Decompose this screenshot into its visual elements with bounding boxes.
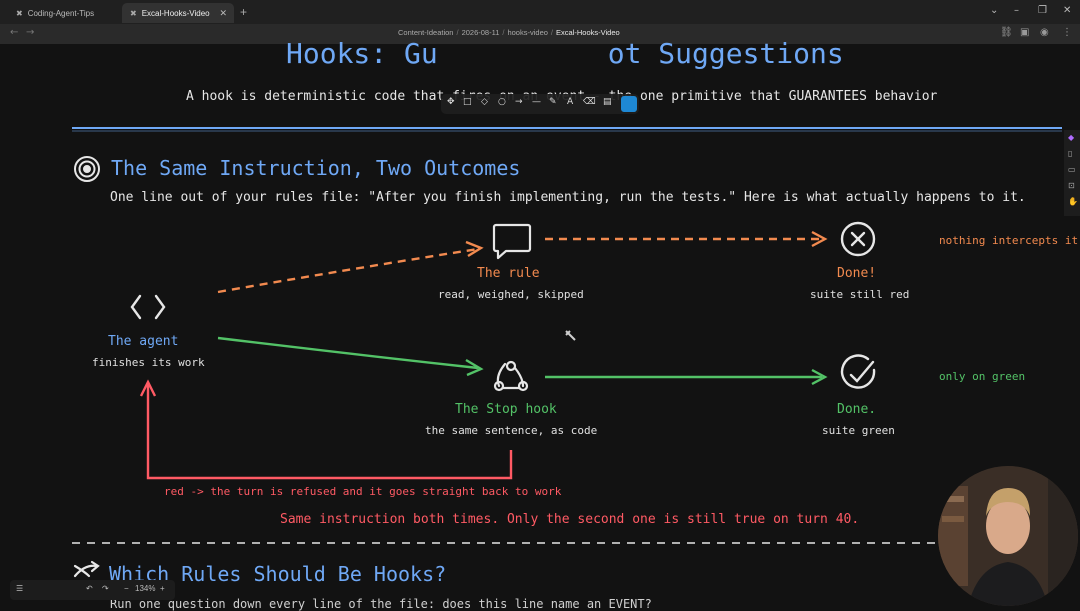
arrow-agent-to-hook bbox=[217, 336, 479, 370]
settings-icon[interactable]: ◉ bbox=[1040, 27, 1049, 38]
text-tool-icon[interactable]: A bbox=[567, 97, 573, 107]
layout-icon[interactable]: ▭ bbox=[1068, 165, 1076, 174]
tab-bar: ✖ Coding-Agent-Tips ✖ Excal-Hooks-Video … bbox=[0, 0, 1080, 24]
image-tool-icon[interactable]: ▤ bbox=[603, 97, 612, 107]
zoom-controls: ☰ ↶ ↷ − 134% + bbox=[10, 580, 175, 600]
check-circle-icon bbox=[840, 354, 876, 389]
chat-bubble-icon bbox=[492, 223, 532, 260]
hand-tool-icon[interactable]: ✥ bbox=[447, 97, 455, 107]
save-icon[interactable]: ▣ bbox=[1020, 27, 1029, 38]
eraser-tool-icon[interactable]: ⌫ bbox=[583, 97, 596, 107]
selected-tool-icon[interactable] bbox=[621, 96, 637, 112]
arrow-agent-to-rule bbox=[217, 247, 479, 294]
link-icon[interactable]: ⛓ bbox=[1000, 27, 1013, 38]
excalidraw-icon: ✖ bbox=[130, 8, 137, 18]
redo-icon[interactable]: ↷ bbox=[102, 584, 109, 593]
tab-label: Excal-Hooks-Video bbox=[141, 8, 210, 18]
done-good-sublabel: suite green bbox=[822, 424, 895, 437]
rectangle-tool-icon[interactable]: □ bbox=[463, 97, 472, 107]
chevron-down-icon[interactable]: ⌄ bbox=[990, 5, 998, 16]
presenter-video bbox=[938, 466, 1078, 606]
ellipse-tool-icon[interactable]: ○ bbox=[498, 97, 506, 107]
breadcrumb-item[interactable]: hooks-video bbox=[507, 28, 547, 37]
excalidraw-canvas[interactable]: Hooks: Gu ot Suggestions A hook is determ… bbox=[0, 37, 1080, 611]
loop-note: red -> the turn is refused and it goes s… bbox=[164, 485, 562, 498]
arrow-tool-icon[interactable]: → bbox=[515, 97, 523, 107]
tab-coding-agent-tips[interactable]: ✖ Coding-Agent-Tips bbox=[8, 3, 120, 23]
rule-label: The rule bbox=[477, 266, 540, 281]
tab-excal-hooks-video[interactable]: ✖ Excal-Hooks-Video ✕ bbox=[122, 3, 234, 23]
rule-sublabel: read, weighed, skipped bbox=[438, 288, 584, 301]
webhook-icon bbox=[493, 360, 529, 392]
x-circle-icon bbox=[840, 221, 876, 257]
right-side-panel: ◆ ▯ ▭ ⊡ ✋ bbox=[1064, 130, 1080, 216]
breadcrumb: Content-Ideation/2026-08-11/hooks-video /… bbox=[398, 28, 620, 37]
breadcrumb-current: Excal-Hooks-Video bbox=[556, 28, 620, 37]
good-note: only on green bbox=[939, 370, 1026, 383]
file-icon[interactable]: ▯ bbox=[1068, 149, 1072, 158]
hook-sublabel: the same sentence, as code bbox=[425, 424, 598, 437]
code-icon bbox=[130, 294, 166, 320]
bad-note: nothing intercepts it bbox=[939, 234, 1079, 247]
breadcrumb-item[interactable]: Content-Ideation bbox=[398, 28, 453, 37]
hand-icon[interactable]: ✋ bbox=[1068, 197, 1078, 206]
excalidraw-icon: ✖ bbox=[16, 8, 23, 18]
webcam-overlay bbox=[938, 466, 1078, 606]
obsidian-icon[interactable]: ◆ bbox=[1068, 133, 1074, 142]
breadcrumb-item[interactable]: 2026-08-11 bbox=[462, 28, 500, 37]
new-tab-icon[interactable]: + bbox=[240, 5, 247, 19]
section-heading: The Same Instruction, Two Outcomes bbox=[111, 156, 521, 180]
undo-icon[interactable]: ↶ bbox=[86, 584, 93, 593]
line-tool-icon[interactable]: — bbox=[532, 97, 541, 107]
restore-icon[interactable]: ❐ bbox=[1038, 5, 1047, 16]
diamond-tool-icon[interactable]: ◇ bbox=[481, 97, 488, 107]
section-description: One line out of your rules file: "After … bbox=[110, 190, 1026, 205]
tab-label: Coding-Agent-Tips bbox=[27, 8, 95, 18]
zoom-out-icon[interactable]: − bbox=[124, 584, 129, 593]
agent-sublabel: finishes its work bbox=[92, 356, 205, 369]
close-window-icon[interactable]: ✕ bbox=[1063, 5, 1071, 16]
zoom-level[interactable]: 134% bbox=[135, 584, 155, 593]
close-tab-icon[interactable]: ✕ bbox=[219, 8, 227, 19]
cursor-icon bbox=[565, 330, 576, 341]
hook-label: The Stop hook bbox=[455, 402, 557, 417]
menu-icon[interactable]: ☰ bbox=[16, 584, 23, 593]
shuffle-icon bbox=[73, 560, 100, 578]
pencil-tool-icon[interactable]: ✎ bbox=[549, 97, 557, 107]
done-good-label: Done. bbox=[837, 402, 877, 417]
conclusion-text: Same instruction both times. Only the se… bbox=[280, 512, 860, 527]
back-icon[interactable]: ← bbox=[10, 27, 18, 38]
done-bad-sublabel: suite still red bbox=[810, 288, 910, 301]
agent-label: The agent bbox=[108, 334, 179, 349]
section-2-text: Run one question down every line of the … bbox=[110, 597, 652, 611]
forward-icon[interactable]: → bbox=[26, 27, 34, 38]
drawing-toolbar: ✥ □ ◇ ○ → — ✎ A ⌫ ▤ bbox=[441, 94, 639, 114]
minimize-icon[interactable]: – bbox=[1014, 5, 1019, 16]
target-icon bbox=[74, 156, 100, 182]
zoom-in-icon[interactable]: + bbox=[160, 584, 165, 593]
lock-icon[interactable]: ⊡ bbox=[1068, 181, 1075, 190]
done-bad-label: Done! bbox=[837, 266, 877, 281]
more-icon[interactable]: ⋮ bbox=[1062, 27, 1072, 38]
